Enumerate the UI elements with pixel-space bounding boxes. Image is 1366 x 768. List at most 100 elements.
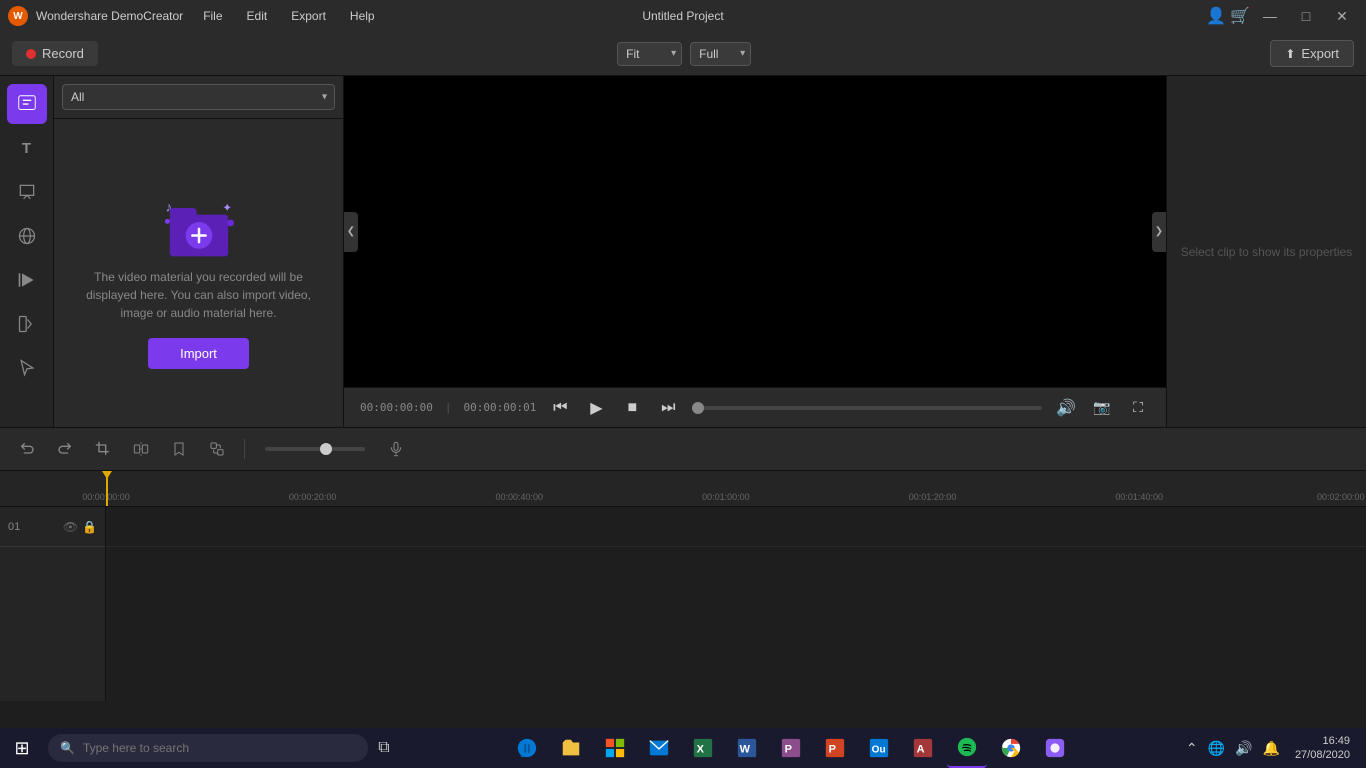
taskbar-app-paint[interactable]: P [771, 728, 811, 768]
app-logo: W [8, 6, 28, 26]
export-button[interactable]: ⬆ Export [1270, 40, 1354, 67]
timeline-cursor[interactable] [106, 471, 108, 506]
playback-bar: 00:00:00:00 | 00:00:00:01 ⏮ ▶ ■ ⏭ 🔊 📷 ⛶ [344, 387, 1166, 427]
volume-button[interactable]: 🔊 [1054, 396, 1078, 420]
tray-notification-icon[interactable]: 🔔 [1260, 740, 1283, 757]
tray-network-icon[interactable]: 🌐 [1205, 740, 1228, 757]
title-bar: W Wondershare DemoCreator File Edit Expo… [0, 0, 1366, 32]
import-illustration: ♪ ✦ [149, 178, 249, 268]
stop-button[interactable]: ■ [620, 396, 644, 420]
redo-button[interactable] [50, 434, 80, 464]
mic-button[interactable] [381, 434, 411, 464]
taskbar-app-explorer[interactable] [551, 728, 591, 768]
taskbar-app-powerpoint[interactable]: P [815, 728, 855, 768]
tray-arrow-icon[interactable]: ⌃ [1183, 740, 1201, 757]
close-button[interactable]: ✕ [1326, 0, 1358, 32]
timeline-ruler: 00:00:00:00 00:00:20:00 00:00:40:00 00:0… [0, 471, 1366, 507]
svg-text:P: P [785, 744, 792, 756]
replace-button[interactable] [202, 434, 232, 464]
ruler-mark-2: 00:00:40:00 [495, 492, 543, 502]
taskbar-app-mail[interactable] [639, 728, 679, 768]
taskbar-app-spotify[interactable] [947, 728, 987, 768]
total-time: 00:00:00:01 [463, 401, 536, 414]
media-panel: All Video Audio Image ♪ ✦ [54, 76, 344, 427]
sidebar-item-cursor[interactable] [7, 348, 47, 388]
fullscreen-button[interactable]: ⛶ [1126, 396, 1150, 420]
crop-button[interactable] [88, 434, 118, 464]
search-icon: 🔍 [60, 741, 75, 755]
taskbar-app-edge[interactable] [507, 728, 547, 768]
filter-dropdown-wrapper: All Video Audio Image [62, 84, 335, 110]
main-toolbar: Record Fit 25% 50% 75% 100% Full HD 720p… [0, 32, 1366, 76]
search-bar[interactable]: 🔍 [48, 734, 368, 762]
skip-forward-button[interactable]: ⏭ [656, 396, 680, 420]
skip-back-button[interactable]: ⏮ [548, 396, 572, 420]
taskbar-app-outlook[interactable]: Ou [859, 728, 899, 768]
clock[interactable]: 16:49 27/08/2020 [1287, 734, 1358, 763]
taskbar-app-access[interactable]: A [903, 728, 943, 768]
tray-volume-icon[interactable]: 🔊 [1232, 740, 1255, 757]
track-lock-icon[interactable]: 🔒 [82, 520, 97, 534]
sidebar-item-intro[interactable] [7, 260, 47, 300]
track-visibility-icon[interactable]: 👁 [63, 520, 78, 534]
export-label: Export [1301, 46, 1339, 61]
quality-select[interactable]: Full HD 720p 480p [690, 42, 751, 66]
media-panel-header: All Video Audio Image [54, 76, 343, 119]
track-label-row-1: 01 👁 🔒 [0, 507, 105, 547]
taskbar-app-chrome[interactable] [991, 728, 1031, 768]
menu-edit[interactable]: Edit [243, 7, 272, 25]
fit-select[interactable]: Fit 25% 50% 75% 100% [617, 42, 682, 66]
taskbar-app-store[interactable] [595, 728, 635, 768]
track-content [106, 507, 1366, 701]
menu-file[interactable]: File [199, 7, 226, 25]
preview-wrapper: ❮ ❯ 00:00:00:00 | 00:00:00:01 ⏮ ▶ ■ ⏭ 🔊 … [344, 76, 1366, 427]
track-row [106, 507, 1366, 547]
svg-text:✦: ✦ [222, 201, 232, 214]
maximize-button[interactable]: □ [1290, 0, 1322, 32]
app-name: Wondershare DemoCreator [36, 9, 183, 23]
media-panel-content: ♪ ✦ The video material you recorded will… [54, 119, 343, 427]
menu-help[interactable]: Help [346, 7, 379, 25]
record-button[interactable]: Record [12, 41, 98, 66]
ruler-mark-5: 00:01:40:00 [1115, 492, 1163, 502]
taskbar-apps: X W P P Ou A [400, 728, 1183, 768]
sidebar-item-annotations[interactable] [7, 172, 47, 212]
filter-dropdown[interactable]: All Video Audio Image [62, 84, 335, 110]
cart-icon[interactable]: 🛒 [1230, 6, 1250, 26]
ruler-mark-6: 00:02:00:00 [1317, 492, 1365, 502]
sidebar-item-text[interactable]: T [7, 128, 47, 168]
panel-toggle-right[interactable]: ❯ [1152, 212, 1166, 252]
play-button[interactable]: ▶ [584, 396, 608, 420]
window-controls: — □ ✕ [1254, 0, 1358, 32]
minimize-button[interactable]: — [1254, 0, 1286, 32]
task-view-button[interactable]: ⧉ [368, 728, 400, 768]
start-button[interactable]: ⊞ [0, 728, 44, 768]
taskbar-app-excel[interactable]: X [683, 728, 723, 768]
current-time: 00:00:00:00 [360, 401, 433, 414]
snapshot-button[interactable]: 📷 [1090, 396, 1114, 420]
speed-slider[interactable] [265, 447, 365, 451]
toolbar-center: Fit 25% 50% 75% 100% Full HD 720p 480p [110, 42, 1258, 66]
sidebar-item-effects[interactable] [7, 216, 47, 256]
taskbar-app-mac[interactable] [1035, 728, 1075, 768]
ruler-mark-3: 00:01:00:00 [702, 492, 750, 502]
taskbar-app-word[interactable]: W [727, 728, 767, 768]
track-icons: 👁 🔒 [63, 520, 97, 534]
account-icon[interactable]: 👤 [1206, 6, 1226, 26]
panel-toggle-left[interactable]: ❮ [344, 212, 358, 252]
menu-export[interactable]: Export [287, 7, 330, 25]
record-dot [26, 49, 36, 59]
search-input[interactable] [83, 741, 356, 755]
split-button[interactable] [126, 434, 156, 464]
svg-text:P: P [829, 744, 836, 756]
sidebar-item-transitions[interactable] [7, 304, 47, 344]
import-button[interactable]: Import [148, 338, 249, 369]
fit-select-wrapper: Fit 25% 50% 75% 100% [617, 42, 682, 66]
progress-bar[interactable] [692, 406, 1042, 410]
title-bar-right: 👤 🛒 — □ ✕ [1206, 0, 1358, 32]
bookmark-button[interactable] [164, 434, 194, 464]
window-title: Untitled Project [642, 9, 723, 23]
undo-button[interactable] [12, 434, 42, 464]
sidebar-item-media[interactable] [7, 84, 47, 124]
time-sep: | [445, 401, 452, 414]
